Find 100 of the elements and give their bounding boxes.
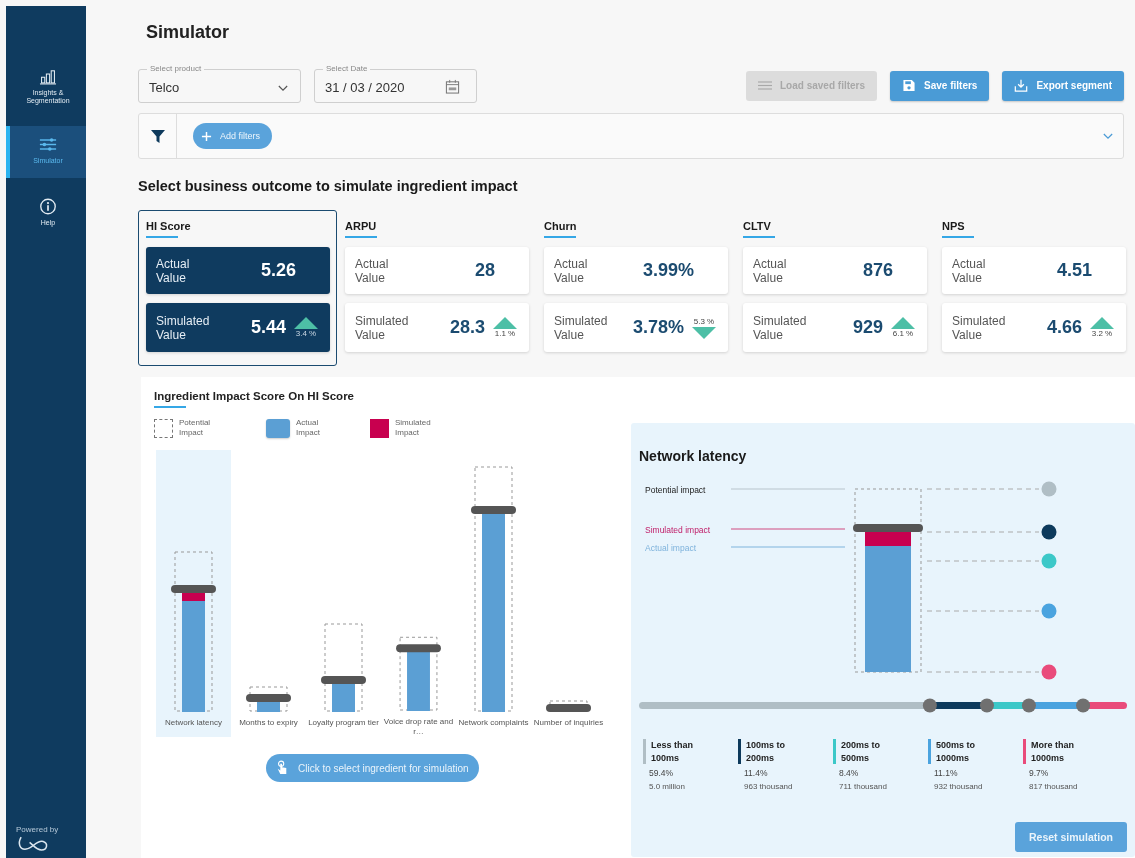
legend-label: Simulated Impact: [395, 418, 432, 438]
bucket-label: Less than 100ms: [651, 739, 694, 764]
value-label: Actual Value: [156, 256, 191, 285]
outcome-title: ARPU: [345, 219, 378, 233]
outcome-option[interactable]: NPS Actual Value 4.51 Simulated Value 4.66 3.2 %: [934, 210, 1133, 366]
slider-handle[interactable]: [1021, 698, 1036, 713]
field-label: Select Date: [323, 63, 371, 74]
legend-label: Potential Impact: [179, 418, 212, 438]
actual-bar: [407, 649, 430, 711]
bucket-label: More than 1000ms: [1031, 739, 1075, 764]
change-percent: 1.1 %: [494, 328, 516, 339]
value-label: Actual Value: [952, 256, 987, 285]
save-icon: [902, 79, 917, 92]
value-label: Actual Value: [753, 256, 788, 285]
info-icon: [39, 198, 57, 215]
ingredient-label: Network latency: [164, 718, 223, 728]
trend-up-icon: [493, 316, 517, 329]
page-title: Simulator: [146, 21, 230, 44]
bar-cap: [396, 644, 441, 653]
value-number: 28: [474, 260, 495, 281]
bucket-count: 5.0 million: [649, 782, 686, 791]
bar-cap: [546, 704, 591, 712]
list-icon: [758, 79, 772, 92]
ingredient-column[interactable]: Voice drop rate and r…: [381, 450, 456, 737]
trend-down-icon: [692, 326, 716, 339]
value-number: 3.78%: [632, 317, 684, 338]
bucket-count: 711 thousand: [839, 782, 888, 791]
legend-label: Actual impact: [645, 543, 697, 553]
value-label: Actual Value: [554, 256, 589, 285]
potential-outline: [249, 686, 288, 712]
ingredient-column[interactable]: Months to expiry: [231, 450, 306, 737]
ingredient-column[interactable]: Network complaints: [456, 450, 531, 737]
logo-icon: [16, 834, 50, 854]
bucket-dot: [1041, 524, 1057, 540]
value-label: Simulated Value: [355, 313, 410, 342]
outcome-option[interactable]: ARPU Actual Value 28 Simulated Value 28.3 1.1 %: [337, 210, 536, 366]
bucket-dot: [1041, 603, 1057, 619]
ingredient-column[interactable]: Number of inquiries: [531, 450, 606, 737]
legend-label: Simulated impact: [645, 525, 711, 535]
chevron-down-icon[interactable]: [1103, 132, 1113, 140]
outcome-option[interactable]: Churn Actual Value 3.99% Simulated Value 3.78% 5.3 %: [536, 210, 735, 366]
bucket-share: 11.4%: [744, 768, 769, 778]
outcome-title: NPS: [942, 219, 966, 233]
legend-label: Actual Impact: [296, 418, 321, 438]
value-number: 5.26: [260, 260, 296, 281]
trend-up-icon: [891, 316, 915, 329]
outcome-option[interactable]: CLTV Actual Value 876 Simulated Value 929 6.1 %: [735, 210, 934, 366]
bar-cap: [471, 506, 516, 514]
bucket-dot: [1041, 481, 1057, 497]
bar-cap: [321, 676, 366, 684]
bucket-label: 100ms to 200ms: [746, 739, 787, 764]
chevron-down-icon: [278, 84, 288, 92]
value-label: Simulated Value: [554, 313, 609, 342]
bucket-count: 932 thousand: [934, 782, 984, 791]
change-percent: 3.4 %: [295, 328, 317, 339]
bucket-share: 11.1%: [934, 768, 959, 778]
bar-cap: [171, 585, 216, 593]
slider-handle[interactable]: [1076, 698, 1091, 713]
value-number: 4.66: [1046, 317, 1082, 338]
outcome-title: Churn: [544, 219, 578, 233]
actual-swatch: [266, 418, 290, 438]
outcome-title: CLTV: [743, 219, 772, 233]
value-number: 5.44: [250, 317, 286, 338]
value-number: 876: [862, 260, 893, 281]
value-label: Simulated Value: [156, 313, 211, 342]
plus-icon: [201, 130, 212, 142]
bar-chart-icon: [39, 70, 57, 85]
bucket-share: 8.4%: [839, 768, 860, 778]
bucket-label: 500ms to 1000ms: [936, 739, 977, 764]
value-number: 28.3: [449, 317, 485, 338]
bucket-count: 817 thousand: [1029, 782, 1079, 791]
outcome-title: HI Score: [146, 219, 192, 233]
bucket-label: 200ms to 500ms: [841, 739, 882, 764]
detail-title: Network latency: [639, 447, 748, 465]
bucket-share: 59.4%: [649, 768, 675, 778]
section-heading: Select business outcome to simulate ingredient impact: [138, 177, 519, 195]
change-percent: 3.2 %: [1091, 328, 1113, 339]
ingredient-label: Number of inquiries: [532, 718, 605, 728]
value-number: 929: [852, 317, 883, 338]
legend-label: Potential impact: [645, 485, 706, 495]
change-percent: 5.3 %: [693, 316, 715, 327]
sliders-icon: [39, 136, 57, 153]
calendar-icon: [445, 78, 460, 94]
bar-cap: [246, 694, 291, 702]
trend-up-icon: [1090, 316, 1114, 329]
slider-handle[interactable]: [922, 698, 937, 713]
bucket-count: 963 thousand: [744, 782, 794, 791]
simulated-swatch: [370, 418, 389, 438]
download-icon: [1014, 79, 1029, 92]
value-label: Simulated Value: [753, 313, 808, 342]
outcome-option[interactable]: HI Score Actual Value 5.26 Simulated Value 5.44 3.4 %: [138, 210, 337, 366]
slider-handle[interactable]: [979, 698, 994, 713]
value-label: Simulated Value: [952, 313, 1007, 342]
ingredient-label: Loyalty program tier: [307, 718, 380, 728]
chart-title: Ingredient Impact Score On HI Score: [154, 389, 356, 403]
ingredient-column[interactable]: Loyalty program tier: [306, 450, 381, 737]
ingredient-column[interactable]: Network latency: [156, 450, 231, 737]
field-label: Select product: [147, 63, 205, 74]
change-percent: 6.1 %: [892, 328, 914, 339]
potential-swatch: [154, 418, 173, 438]
